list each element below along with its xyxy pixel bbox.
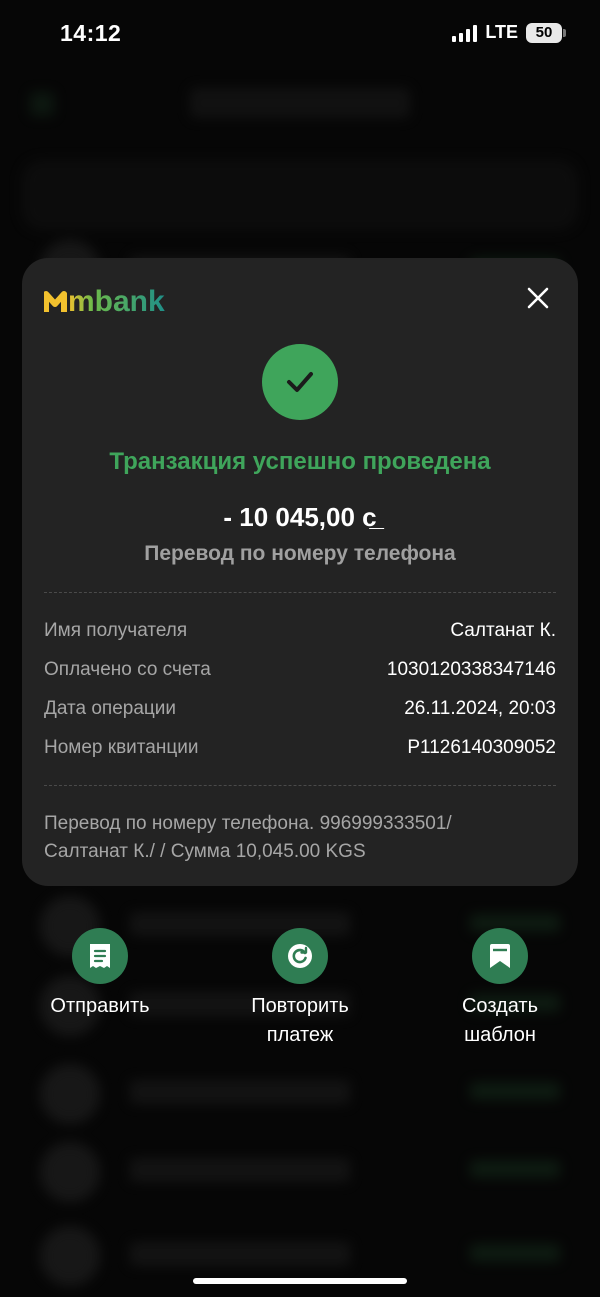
detail-row-recipient: Имя получателя Салтанат К.: [44, 620, 556, 642]
detail-row-account: Оплачено со счета 1030120338347146: [44, 659, 556, 681]
detail-value: Салтанат К.: [450, 620, 556, 641]
receipt-icon: [72, 928, 128, 984]
receipt-card: mbank Транзакция успешно проведена - 10 …: [22, 258, 578, 886]
repeat-payment-label: Повторить платеж: [251, 995, 349, 1046]
create-template-label: Создать шаблон: [461, 995, 538, 1046]
send-button[interactable]: Отправить: [20, 928, 180, 1021]
battery-level: 50: [535, 24, 553, 41]
detail-label: Имя получателя: [44, 620, 188, 641]
network-type: LTE: [485, 22, 518, 42]
detail-label: Дата операции: [44, 698, 177, 719]
send-label: Отправить: [50, 995, 150, 1017]
repeat-payment-button[interactable]: Повторить платеж: [220, 928, 380, 1050]
transaction-amount: - 10 045,00 с̲: [223, 502, 377, 532]
note-line: Салтанат К./ / Сумма 10,045.00 KGS: [44, 841, 366, 862]
close-icon[interactable]: [526, 286, 550, 310]
repeat-icon: [272, 928, 328, 984]
transaction-type: Перевод по номеру телефона: [144, 542, 456, 565]
bookmark-icon: [472, 928, 528, 984]
detail-value: 1030120338347146: [386, 659, 556, 680]
battery-icon: 50: [526, 22, 566, 43]
mbank-logo: mbank: [44, 285, 165, 318]
divider: [44, 592, 556, 593]
clock: 14:12: [60, 20, 122, 46]
detail-value: 26.11.2024, 20:03: [404, 698, 556, 719]
signal-icon: [452, 24, 478, 42]
brand-text: mbank: [68, 285, 165, 318]
detail-row-receipt-number: Номер квитанции P1126140309052: [44, 737, 556, 759]
home-indicator[interactable]: [193, 1278, 407, 1284]
success-icon: [262, 344, 338, 420]
detail-value: P1126140309052: [407, 737, 556, 758]
detail-label: Оплачено со счета: [44, 659, 211, 680]
detail-row-date: Дата операции 26.11.2024, 20:03: [44, 698, 556, 720]
payment-note: Перевод по номеру телефона. 996999333501…: [44, 810, 556, 866]
note-line: Перевод по номеру телефона. 996999333501…: [44, 813, 452, 834]
status-indicators: LTE 50: [452, 22, 566, 43]
create-template-button[interactable]: Создать шаблон: [420, 928, 580, 1050]
detail-label: Номер квитанции: [44, 737, 199, 758]
transaction-status: Транзакция успешно проведена: [109, 448, 491, 475]
checkmark-icon: [287, 372, 313, 392]
divider: [44, 785, 556, 786]
status-bar: 14:12 LTE 50: [0, 0, 600, 70]
